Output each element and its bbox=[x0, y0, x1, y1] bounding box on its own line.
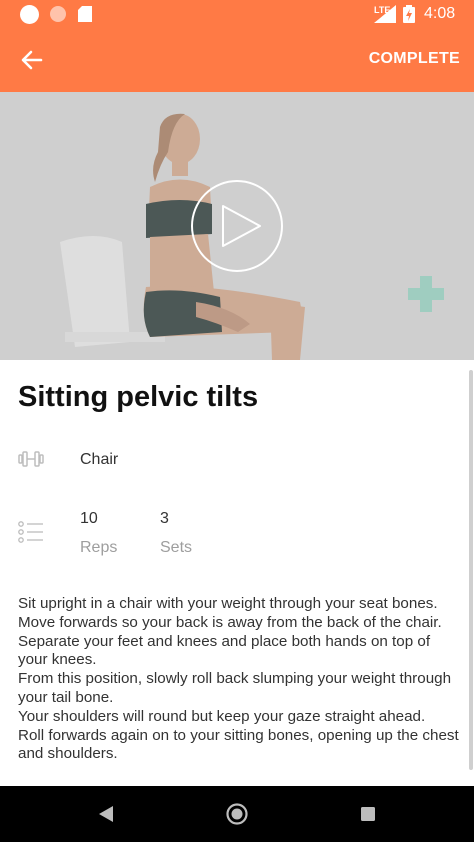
nav-home-icon[interactable] bbox=[226, 803, 248, 825]
description-line: Your shoulders will round but keep your … bbox=[18, 707, 426, 725]
description-line: Sit upright in a chair with your weight … bbox=[18, 595, 438, 612]
list-icon bbox=[18, 521, 43, 543]
scrollbar[interactable] bbox=[469, 370, 473, 770]
status-time: 4:08 bbox=[424, 5, 456, 22]
description-line: Move forwards so your back is away from … bbox=[18, 613, 442, 631]
sd-card-icon bbox=[78, 6, 92, 22]
dumbbell-icon bbox=[18, 451, 44, 467]
reps-value: 10 bbox=[80, 510, 98, 527]
status-bar: LTE 4:08 bbox=[0, 0, 474, 28]
nav-back-icon[interactable] bbox=[98, 805, 114, 823]
exercise-description: Sit upright in a chair with your weight … bbox=[18, 595, 460, 785]
nav-recents-icon[interactable] bbox=[361, 807, 375, 821]
app-bar: COMPLETE bbox=[0, 28, 474, 92]
reps-label: Reps bbox=[80, 539, 118, 556]
arrow-back-icon bbox=[21, 50, 43, 70]
battery-charging-icon bbox=[403, 5, 415, 23]
notification-dot-icon bbox=[20, 5, 39, 24]
sets-label: Sets bbox=[160, 539, 193, 556]
network-type: LTE bbox=[374, 5, 391, 15]
complete-button[interactable]: COMPLETE bbox=[369, 50, 460, 68]
description-line: Roll forwards again on to your sitting b… bbox=[18, 726, 459, 763]
exercise-video[interactable] bbox=[0, 92, 474, 360]
description-line: Separate your feet and knees and place b… bbox=[18, 632, 431, 669]
exercise-title: Sitting pelvic tilts bbox=[18, 381, 259, 413]
back-button[interactable] bbox=[14, 42, 50, 78]
play-icon[interactable] bbox=[190, 179, 284, 273]
description-line: From this position, slowly roll back slu… bbox=[18, 670, 452, 706]
equipment-label: Chair bbox=[80, 451, 119, 468]
notification-dot-icon bbox=[50, 6, 66, 22]
sets-value: 3 bbox=[160, 510, 169, 527]
